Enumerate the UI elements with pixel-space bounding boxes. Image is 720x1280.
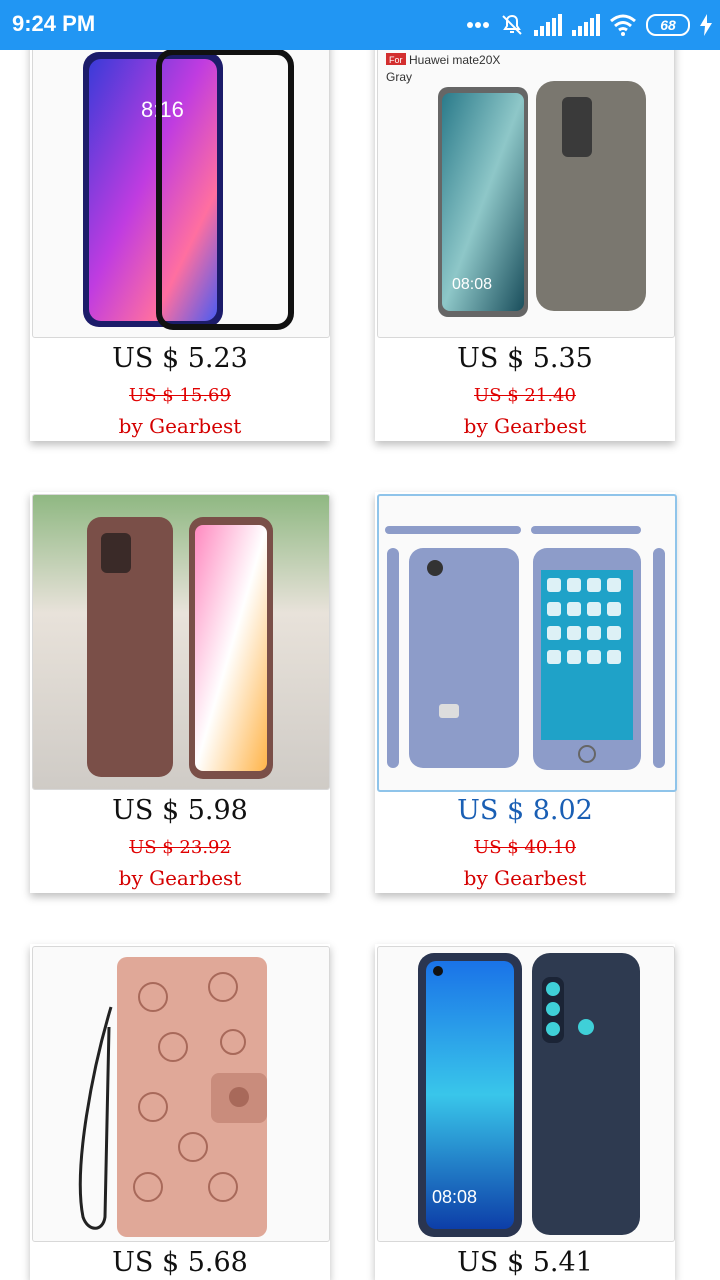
status-bar: 9:24 PM 68 bbox=[0, 0, 720, 50]
product-card[interactable]: 08:08 US $ 5.41 bbox=[375, 944, 675, 1280]
product-card[interactable]: US $ 8.02 US $ 40.10 by Gearbest bbox=[375, 492, 677, 893]
seller-label[interactable]: by Gearbest bbox=[30, 866, 330, 890]
image-brand-label: Huawei mate20X bbox=[409, 53, 500, 67]
product-price: US $ 5.23 bbox=[112, 343, 248, 374]
product-card[interactable]: For Huawei mate20X Gray 08:08 US $ 5.35 … bbox=[375, 0, 675, 441]
product-image bbox=[377, 494, 677, 792]
svg-text:8:16: 8:16 bbox=[141, 97, 184, 122]
seller-label[interactable]: by Gearbest bbox=[375, 866, 675, 890]
product-price: US $ 5.35 bbox=[457, 343, 593, 374]
svg-text:08:08: 08:08 bbox=[452, 276, 492, 293]
product-card[interactable]: 8:16 US $ 5.23 US $ 15.69 by Gearbest bbox=[30, 0, 330, 441]
svg-text:08:08: 08:08 bbox=[432, 1187, 477, 1207]
battery-icon: 68 bbox=[646, 14, 690, 36]
seller-label[interactable]: by Gearbest bbox=[375, 414, 675, 438]
product-image bbox=[32, 946, 330, 1242]
image-color-label: Gray bbox=[386, 70, 412, 84]
product-price: US $ 8.02 bbox=[457, 795, 593, 826]
original-price: US $ 21.40 bbox=[474, 385, 576, 406]
product-image: 08:08 bbox=[377, 946, 675, 1242]
clock: 9:24 PM bbox=[12, 11, 96, 36]
product-image bbox=[32, 494, 330, 790]
wifi-icon bbox=[610, 14, 636, 36]
product-card[interactable]: US $ 5.68 bbox=[30, 944, 330, 1280]
original-price: US $ 40.10 bbox=[474, 837, 576, 858]
mute-icon bbox=[502, 14, 522, 35]
product-image: 8:16 bbox=[32, 0, 330, 338]
seller-label[interactable]: by Gearbest bbox=[30, 414, 330, 438]
more-icon bbox=[467, 22, 489, 28]
product-price: US $ 5.68 bbox=[112, 1247, 248, 1278]
product-card[interactable]: US $ 5.98 US $ 23.92 by Gearbest bbox=[30, 492, 330, 893]
signal-icon bbox=[534, 14, 562, 36]
product-price: US $ 5.98 bbox=[112, 795, 248, 826]
product-image: For Huawei mate20X Gray 08:08 bbox=[377, 0, 675, 338]
signal-icon bbox=[572, 14, 600, 36]
status-icons: 68 bbox=[466, 9, 712, 41]
product-price: US $ 5.41 bbox=[457, 1247, 593, 1278]
original-price: US $ 15.69 bbox=[129, 385, 231, 406]
charging-icon bbox=[700, 14, 712, 36]
original-price: US $ 23.92 bbox=[129, 837, 231, 858]
image-tag: For bbox=[389, 55, 403, 65]
